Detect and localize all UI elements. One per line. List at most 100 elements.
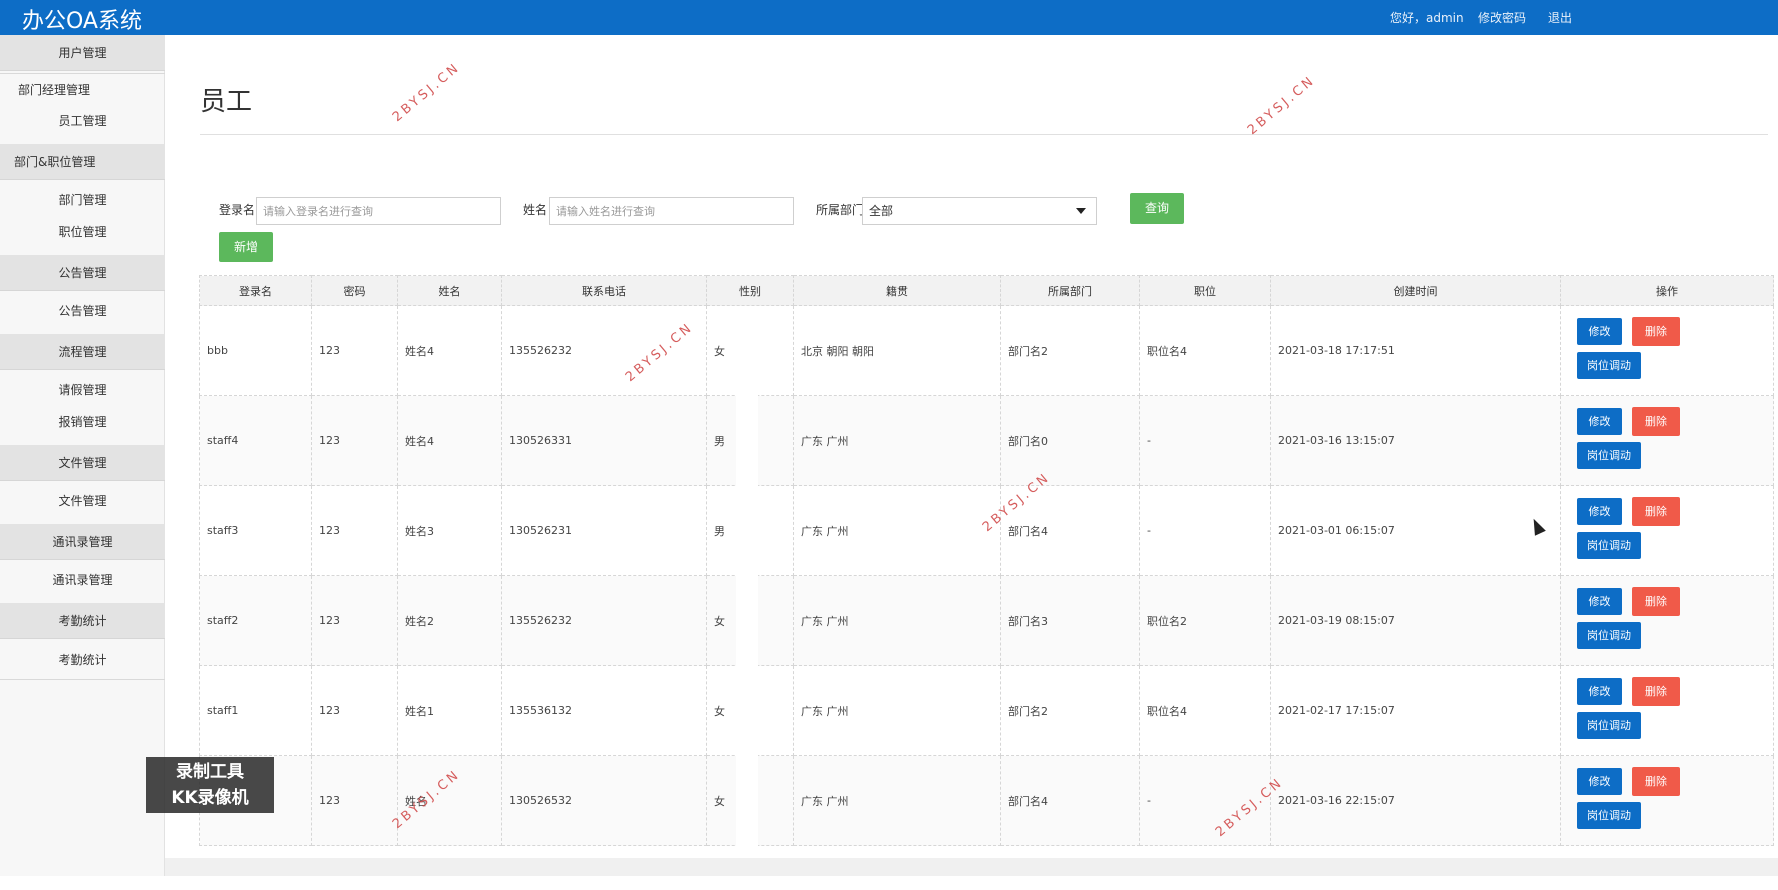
cell-phone: 135526232 bbox=[501, 305, 707, 396]
cell-dept: 部门名4 bbox=[1000, 755, 1140, 846]
delete-button[interactable]: 删除 bbox=[1632, 406, 1680, 436]
cell-origin: 广东 广州 bbox=[793, 665, 1001, 756]
login-search-input[interactable] bbox=[256, 197, 501, 225]
cell-phone: 130526331 bbox=[501, 395, 707, 486]
transfer-button[interactable]: 岗位调动 bbox=[1577, 351, 1641, 379]
change-password-link[interactable]: 修改密码 bbox=[1478, 9, 1526, 26]
edit-button[interactable]: 修改 bbox=[1577, 497, 1622, 525]
edit-button[interactable]: 修改 bbox=[1577, 677, 1622, 705]
sidebar-item-reimburse[interactable]: 报销管理 bbox=[0, 407, 165, 437]
column-header: 籍贯 bbox=[793, 275, 1001, 306]
delete-button[interactable]: 删除 bbox=[1632, 586, 1680, 616]
cell-login: bbb bbox=[199, 305, 312, 396]
sidebar-group-process[interactable]: 流程管理 bbox=[0, 334, 165, 370]
logout-link[interactable]: 退出 bbox=[1548, 9, 1572, 26]
cell-name: 姓名4 bbox=[397, 395, 502, 486]
column-header: 创建时间 bbox=[1270, 275, 1561, 306]
dept-select-value: 全部 bbox=[869, 204, 894, 218]
sidebar-divider bbox=[0, 679, 165, 680]
sidebar-item-dept[interactable]: 部门管理 bbox=[0, 185, 165, 215]
cell-dept: 部门名3 bbox=[1000, 575, 1140, 666]
sidebar-group-dept-position[interactable]: 部门&职位管理 bbox=[0, 144, 165, 180]
recorder-badge-line1: 录制工具 bbox=[176, 762, 244, 782]
cell-actions: 修改 删除 岗位调动 bbox=[1560, 485, 1774, 576]
cell-name: 姓名1 bbox=[397, 665, 502, 756]
column-header: 操作 bbox=[1560, 275, 1774, 306]
transfer-button[interactable]: 岗位调动 bbox=[1577, 711, 1641, 739]
transfer-button[interactable]: 岗位调动 bbox=[1577, 621, 1641, 649]
table-row: staff4 123 姓名4 130526331 男 广东 广州 部门名0 - … bbox=[199, 395, 1774, 486]
sidebar-group-notice[interactable]: 公告管理 bbox=[0, 255, 165, 291]
cell-actions: 修改 删除 岗位调动 bbox=[1560, 395, 1774, 486]
cell-login: staff3 bbox=[199, 485, 312, 576]
transfer-button[interactable]: 岗位调动 bbox=[1577, 801, 1641, 829]
cell-login: staff4 bbox=[199, 395, 312, 486]
cell-password: 123 bbox=[311, 485, 398, 576]
edit-button[interactable]: 修改 bbox=[1577, 317, 1622, 345]
cell-phone: 130526532 bbox=[501, 755, 707, 846]
query-button[interactable]: 查询 bbox=[1130, 193, 1184, 224]
sidebar-item-notice[interactable]: 公告管理 bbox=[0, 296, 165, 326]
cell-origin: 广东 广州 bbox=[793, 395, 1001, 486]
sidebar-item-file[interactable]: 文件管理 bbox=[0, 486, 165, 516]
sidebar-item-position[interactable]: 职位管理 bbox=[0, 217, 165, 247]
column-header: 联系电话 bbox=[501, 275, 707, 306]
cell-name: 姓名3 bbox=[397, 485, 502, 576]
sidebar-group-users[interactable]: 用户管理 bbox=[0, 35, 165, 71]
edit-button[interactable]: 修改 bbox=[1577, 407, 1622, 435]
cell-phone: 135526232 bbox=[501, 575, 707, 666]
sidebar-item-dept-manager[interactable]: 部门经理管理 bbox=[0, 75, 165, 105]
cell-password: 123 bbox=[311, 395, 398, 486]
staff-table: 登录名 密码 姓名 联系电话 性别 籍贯 所属部门 职位 创建时间 操作 bbb… bbox=[199, 275, 1774, 846]
sidebar-group-contacts[interactable]: 通讯录管理 bbox=[0, 524, 165, 560]
delete-button[interactable]: 删除 bbox=[1632, 316, 1680, 346]
dept-select[interactable]: 全部 bbox=[862, 197, 1097, 225]
cell-origin: 广东 广州 bbox=[793, 755, 1001, 846]
cell-password: 123 bbox=[311, 755, 398, 846]
cell-created: 2021-03-19 08:15:07 bbox=[1270, 575, 1561, 666]
table-header-row: 登录名 密码 姓名 联系电话 性别 籍贯 所属部门 职位 创建时间 操作 bbox=[199, 275, 1774, 306]
cell-password: 123 bbox=[311, 305, 398, 396]
recorder-badge-line2: KK录像机 bbox=[171, 788, 249, 808]
sidebar: 用户管理 部门经理管理 员工管理 部门&职位管理 部门管理 职位管理 公告管理 … bbox=[0, 35, 165, 876]
transfer-button[interactable]: 岗位调动 bbox=[1577, 441, 1641, 469]
sidebar-divider bbox=[0, 73, 165, 74]
sidebar-item-attendance[interactable]: 考勤统计 bbox=[0, 645, 165, 675]
sidebar-item-staff[interactable]: 员工管理 bbox=[0, 106, 165, 136]
name-search-input[interactable] bbox=[549, 197, 794, 225]
edit-button[interactable]: 修改 bbox=[1577, 587, 1622, 615]
transfer-button[interactable]: 岗位调动 bbox=[1577, 531, 1641, 559]
cell-position: - bbox=[1139, 485, 1271, 576]
cell-password: 123 bbox=[311, 665, 398, 756]
cell-actions: 修改 删除 岗位调动 bbox=[1560, 305, 1774, 396]
cell-dept: 部门名2 bbox=[1000, 665, 1140, 756]
cell-login: staff1 bbox=[199, 665, 312, 756]
cell-phone: 130526231 bbox=[501, 485, 707, 576]
cell-origin: 广东 广州 bbox=[793, 485, 1001, 576]
cell-dept: 部门名2 bbox=[1000, 305, 1140, 396]
dept-filter-label: 所属部门 bbox=[816, 203, 865, 217]
sidebar-group-file[interactable]: 文件管理 bbox=[0, 445, 165, 481]
redaction-bar bbox=[736, 370, 758, 890]
table-row: bbb 123 姓名4 135526232 女 北京 朝阳 朝阳 部门名2 职位… bbox=[199, 305, 1774, 396]
cell-created: 2021-03-18 17:17:51 bbox=[1270, 305, 1561, 396]
title-divider bbox=[200, 134, 1768, 135]
delete-button[interactable]: 删除 bbox=[1632, 766, 1680, 796]
sidebar-item-leave[interactable]: 请假管理 bbox=[0, 375, 165, 405]
cell-login: staff2 bbox=[199, 575, 312, 666]
column-header: 密码 bbox=[311, 275, 398, 306]
sidebar-group-attendance[interactable]: 考勤统计 bbox=[0, 603, 165, 639]
delete-button[interactable]: 删除 bbox=[1632, 496, 1680, 526]
delete-button[interactable]: 删除 bbox=[1632, 676, 1680, 706]
cell-actions: 修改 删除 岗位调动 bbox=[1560, 575, 1774, 666]
main-content: 员工 登录名 姓名 所属部门 全部 查询 新增 登录名 密码 姓名 联系电话 性… bbox=[165, 35, 1778, 890]
cell-position: 职位名2 bbox=[1139, 575, 1271, 666]
sidebar-item-contacts[interactable]: 通讯录管理 bbox=[0, 565, 165, 595]
edit-button[interactable]: 修改 bbox=[1577, 767, 1622, 795]
top-bar: 办公OA系统 您好，admin 修改密码 退出 bbox=[0, 0, 1778, 35]
cell-origin: 北京 朝阳 朝阳 bbox=[793, 305, 1001, 396]
column-header: 登录名 bbox=[199, 275, 312, 306]
column-header: 职位 bbox=[1139, 275, 1271, 306]
name-filter-label: 姓名 bbox=[523, 203, 548, 217]
add-button[interactable]: 新增 bbox=[219, 232, 273, 262]
